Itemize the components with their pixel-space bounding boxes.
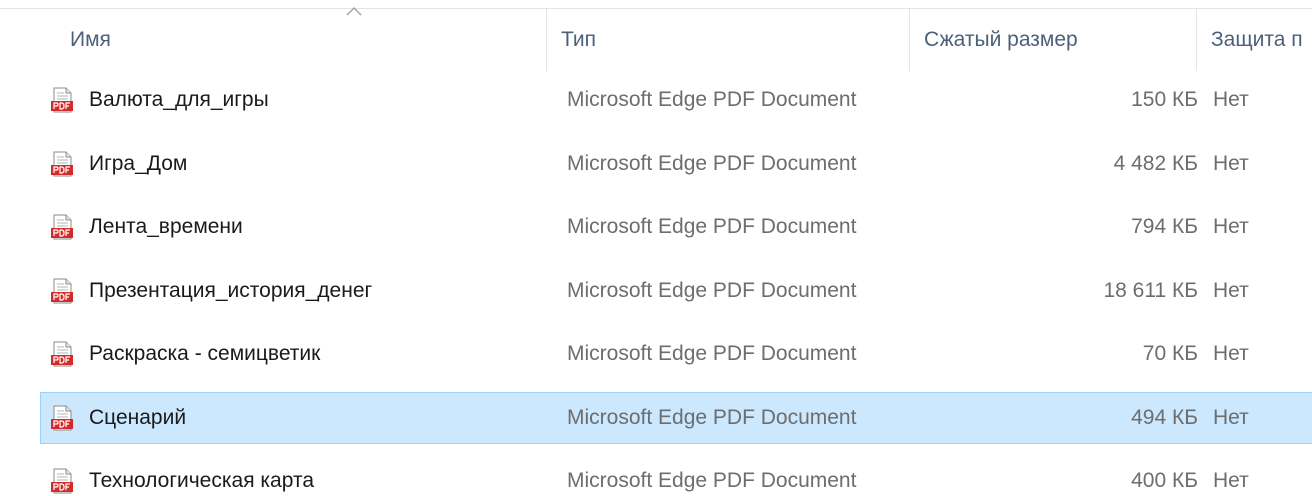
file-name: Валюта_для_игры	[89, 88, 269, 111]
file-list-window: Имя Тип Сжатый размер Защита п Валюта_дл…	[0, 0, 1312, 496]
file-size: 150 КБ	[1131, 88, 1198, 111]
column-header-type-label: Тип	[561, 28, 597, 51]
file-size: 18 611 КБ	[1103, 278, 1198, 302]
file-protection: Нет	[1213, 469, 1249, 492]
pdf-file-icon	[51, 468, 73, 494]
file-protection: Нет	[1213, 278, 1249, 302]
file-row[interactable]: Лента_времени Microsoft Edge PDF Documen…	[40, 201, 1312, 253]
file-name: Презентация_история_денег	[89, 278, 373, 302]
pdf-file-icon	[51, 87, 73, 113]
file-type: Microsoft Edge PDF Document	[567, 342, 857, 365]
file-name: Игра_Дом	[89, 151, 188, 175]
file-protection: Нет	[1213, 88, 1249, 111]
file-name: Лента_времени	[89, 215, 243, 238]
file-size: 494 КБ	[1131, 405, 1198, 429]
file-type: Microsoft Edge PDF Document	[567, 405, 857, 429]
chevron-up-icon	[346, 7, 362, 16]
pdf-file-icon	[51, 405, 73, 430]
file-type: Microsoft Edge PDF Document	[567, 215, 857, 238]
column-header-name-label: Имя	[70, 28, 111, 51]
column-header-protection[interactable]: Защита п	[1197, 9, 1312, 71]
column-header-size[interactable]: Сжатый размер	[910, 9, 1196, 71]
pdf-file-icon	[51, 214, 73, 240]
file-protection: Нет	[1213, 215, 1249, 238]
pdf-file-icon	[51, 341, 73, 367]
pdf-file-icon	[51, 151, 73, 176]
file-row[interactable]: Игра_Дом Microsoft Edge PDF Document 4 4…	[40, 138, 1312, 190]
file-size: 794 КБ	[1131, 215, 1198, 238]
file-row[interactable]: Технологическая карта Microsoft Edge PDF…	[40, 455, 1312, 496]
column-header-name[interactable]: Имя	[56, 7, 546, 71]
file-protection: Нет	[1213, 405, 1249, 429]
file-name: Сценарий	[89, 405, 187, 429]
file-protection: Нет	[1213, 151, 1249, 175]
column-header-size-label: Сжатый размер	[924, 28, 1078, 51]
file-row[interactable]: Сценарий Microsoft Edge PDF Document 494…	[40, 391, 1312, 444]
file-row[interactable]: Раскраска - семицветик Microsoft Edge PD…	[40, 328, 1312, 380]
file-type: Microsoft Edge PDF Document	[567, 88, 857, 111]
file-row[interactable]: Валюта_для_игры Microsoft Edge PDF Docum…	[40, 74, 1312, 126]
pdf-file-icon	[51, 278, 73, 303]
file-type: Microsoft Edge PDF Document	[567, 151, 857, 175]
file-name: Раскраска - семицветик	[89, 342, 321, 365]
file-type: Microsoft Edge PDF Document	[567, 278, 857, 302]
file-protection: Нет	[1213, 342, 1249, 365]
file-size: 4 482 КБ	[1113, 151, 1198, 175]
file-size: 70 КБ	[1142, 342, 1198, 365]
file-row[interactable]: Презентация_история_денег Microsoft Edge…	[40, 265, 1312, 317]
file-type: Microsoft Edge PDF Document	[567, 469, 857, 492]
file-name: Технологическая карта	[89, 469, 315, 492]
column-header-bar: Имя Тип Сжатый размер Защита п	[0, 7, 1312, 71]
file-size: 400 КБ	[1131, 469, 1198, 492]
column-header-type[interactable]: Тип	[547, 9, 909, 71]
column-header-protection-label: Защита п	[1211, 28, 1303, 51]
